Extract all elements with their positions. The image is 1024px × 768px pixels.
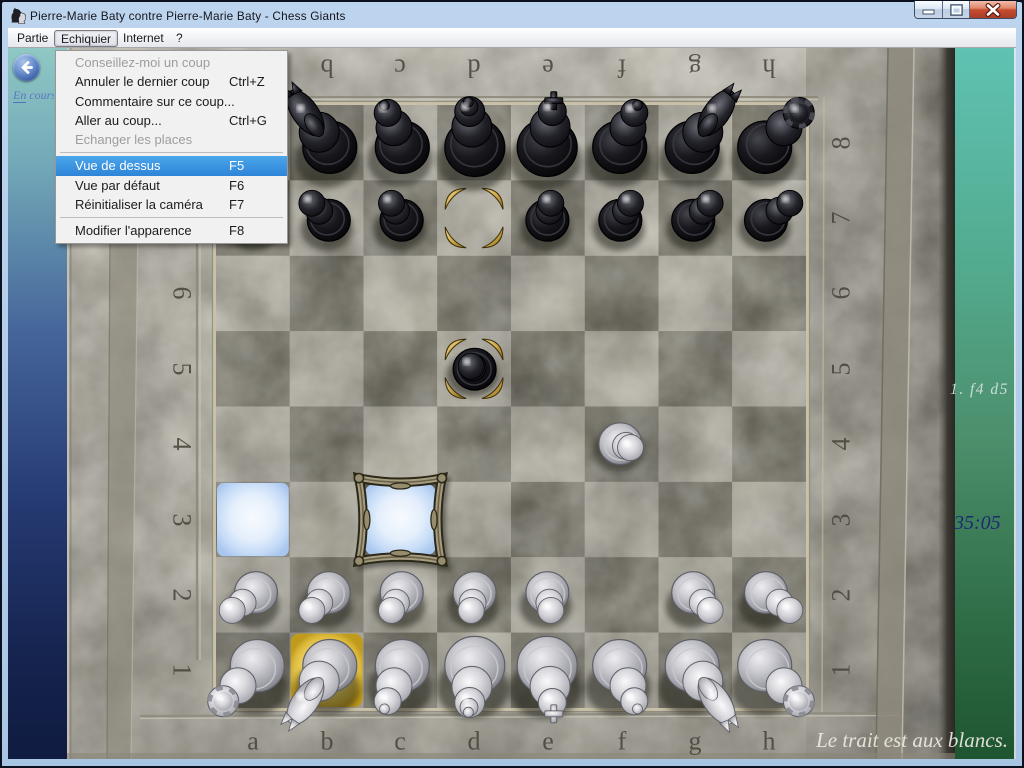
svg-text:e: e [542,54,554,83]
svg-text:4: 4 [827,438,856,451]
svg-text:3: 3 [827,514,856,527]
svg-text:6: 6 [827,287,856,300]
svg-text:4: 4 [168,438,197,451]
svg-text:1: 1 [168,664,197,677]
svg-text:c: c [394,54,406,83]
svg-text:c: c [394,727,406,756]
svg-text:h: h [763,54,776,83]
svg-text:a: a [247,727,259,756]
svg-text:b: b [321,727,334,756]
svg-text:1: 1 [827,664,856,677]
svg-text:5: 5 [827,363,856,376]
svg-text:f: f [618,727,627,756]
svg-text:3: 3 [168,514,197,527]
svg-text:f: f [617,54,626,83]
svg-text:7: 7 [827,212,856,225]
svg-text:g: g [689,727,702,756]
svg-text:b: b [321,54,334,83]
svg-text:6: 6 [168,287,197,300]
svg-text:5: 5 [168,363,197,376]
svg-text:Le trait est aux blancs.: Le trait est aux blancs. [815,728,1008,752]
svg-text:2: 2 [827,589,856,602]
svg-text:8: 8 [827,137,856,150]
svg-text:d: d [468,727,481,756]
svg-text:h: h [763,727,776,756]
svg-text:35:05: 35:05 [953,512,1001,534]
svg-text:g: g [689,54,702,83]
svg-text:2: 2 [168,589,197,602]
svg-text:1. f4 d5: 1. f4 d5 [950,381,1009,398]
svg-text:d: d [468,54,481,83]
svg-text:e: e [542,727,554,756]
